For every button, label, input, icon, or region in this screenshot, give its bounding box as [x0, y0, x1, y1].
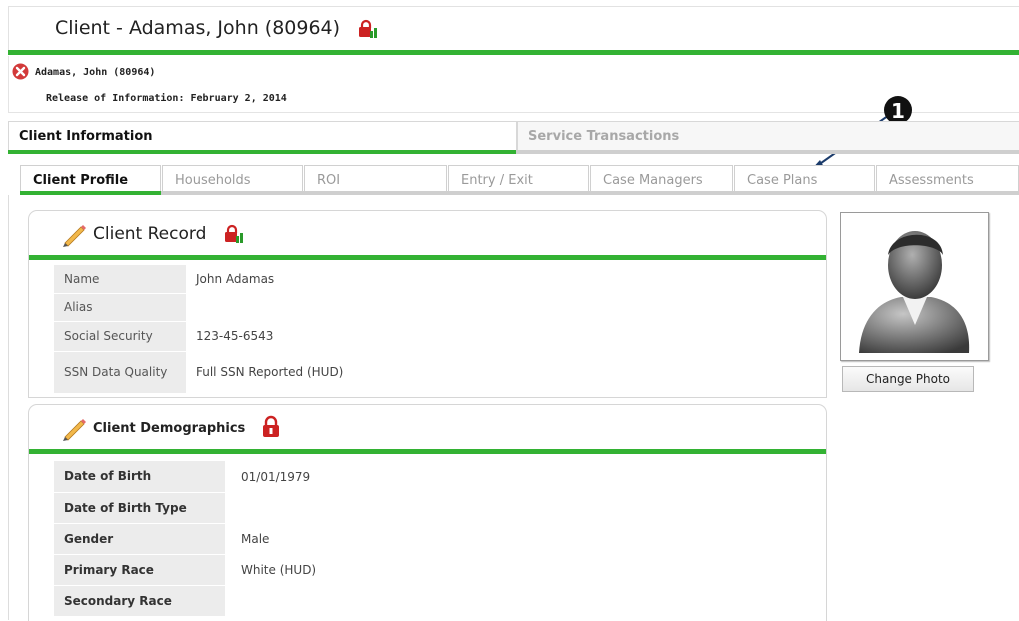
- tab-roi[interactable]: ROI: [304, 165, 447, 192]
- panel-accent-line: [29, 449, 826, 454]
- panel-accent-line: [29, 255, 826, 260]
- client-record-title: Client Record: [93, 224, 207, 244]
- client-record-table: Name John Adamas Alias Social Security 1…: [54, 265, 819, 394]
- change-photo-button[interactable]: Change Photo: [842, 366, 974, 392]
- header-accent-line: [8, 50, 1019, 55]
- release-of-information: Release of Information: February 2, 2014: [46, 93, 287, 104]
- field-label: Alias: [54, 293, 186, 322]
- field-label: Date of Birth Type: [54, 492, 225, 524]
- person-silhouette-icon: [859, 231, 970, 353]
- field-label: Gender: [54, 523, 225, 555]
- field-value: [225, 492, 819, 523]
- table-row: Secondary Race: [54, 585, 819, 617]
- field-label: Social Security: [54, 321, 186, 352]
- pencil-icon[interactable]: [61, 415, 87, 441]
- tab-assessments[interactable]: Assessments: [876, 165, 1019, 192]
- table-row: Date of Birth 01/01/1979: [54, 461, 819, 493]
- tab-label: Service Transactions: [528, 129, 680, 144]
- field-value: Full SSN Reported (HUD): [196, 365, 344, 379]
- client-record-panel: Client Record Name John Adamas Alias Soc…: [28, 210, 827, 398]
- client-header: Client - Adamas, John (80964): [8, 6, 1019, 51]
- field-value: 01/01/1979: [241, 469, 311, 484]
- field-label: Date of Birth: [54, 461, 225, 493]
- table-row: Social Security 123-45-6543: [54, 321, 819, 352]
- error-icon: [12, 63, 29, 80]
- field-label: Secondary Race: [54, 585, 225, 617]
- client-name-summary: Adamas, John (80964): [35, 67, 156, 78]
- tab-case-plans[interactable]: Case Plans: [734, 165, 875, 192]
- tab-case-managers[interactable]: Case Managers: [590, 165, 733, 192]
- tab-label: Client Information: [19, 129, 153, 144]
- lock-icon[interactable]: [357, 18, 379, 40]
- lock-icon[interactable]: [223, 223, 245, 245]
- field-label: Name: [54, 265, 186, 294]
- field-value: Male: [241, 531, 270, 546]
- field-value: [225, 585, 819, 616]
- tab-client-information[interactable]: Client Information: [8, 121, 517, 152]
- tab-households[interactable]: Households: [162, 165, 303, 192]
- tab-underline-inactive: [516, 150, 1019, 154]
- table-row: Alias: [54, 293, 819, 322]
- field-value: 123-45-6543: [196, 329, 274, 343]
- field-label: SSN Data Quality: [54, 351, 186, 394]
- client-demographics-panel: Client Demographics Date of Birth 01/01/…: [28, 404, 827, 621]
- table-row: Gender Male: [54, 523, 819, 555]
- client-demographics-title: Client Demographics: [93, 421, 246, 436]
- field-value: John Adamas: [196, 272, 275, 286]
- client-photo: [840, 212, 989, 361]
- table-row: SSN Data Quality Full SSN Reported (HUD): [54, 351, 819, 394]
- table-row: Name John Adamas: [54, 265, 819, 294]
- field-value: [186, 293, 819, 321]
- field-value: White (HUD): [241, 562, 317, 577]
- field-label: Primary Race: [54, 554, 225, 586]
- callout-number: 1: [891, 99, 905, 123]
- page-title: Client - Adamas, John (80964): [55, 17, 341, 39]
- tab-service-transactions[interactable]: Service Transactions: [517, 121, 1019, 152]
- pencil-icon[interactable]: [61, 221, 87, 247]
- tab-underline-active: [8, 150, 516, 154]
- client-demographics-table: Date of Birth 01/01/1979 Date of Birth T…: [54, 461, 819, 617]
- tab-entry-exit[interactable]: Entry / Exit: [448, 165, 589, 192]
- tab-client-profile[interactable]: Client Profile: [20, 165, 161, 192]
- table-row: Primary Race White (HUD): [54, 554, 819, 586]
- table-row: Date of Birth Type: [54, 492, 819, 524]
- lock-icon[interactable]: [259, 415, 283, 439]
